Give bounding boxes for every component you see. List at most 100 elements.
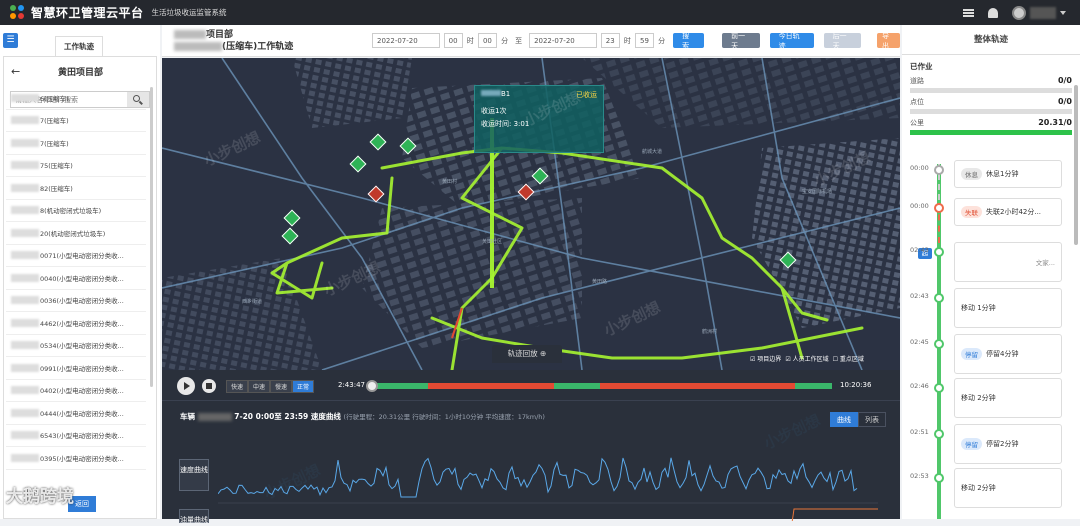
- map-view[interactable]: B1 已收运 收运1次 收运时间: 3:01 黄田村 黄田社区 航城大道 宝安国…: [162, 58, 900, 370]
- legend-project-boundary[interactable]: ☑ 项目边界: [750, 354, 781, 363]
- hour-unit-label: 时: [623, 36, 631, 45]
- timeline-node: [934, 247, 944, 257]
- timeline-node: [934, 429, 944, 439]
- map-label: 鹤洲村: [702, 329, 718, 335]
- timeline-time: 00:00: [910, 202, 929, 210]
- stop-button[interactable]: [202, 379, 216, 393]
- search-button[interactable]: 搜索: [673, 32, 705, 50]
- fuel-curve-label[interactable]: 油量曲线: [179, 509, 209, 524]
- back-arrow-icon[interactable]: ←: [11, 65, 25, 78]
- speed-curve-label[interactable]: 速度曲线: [179, 459, 209, 491]
- speed-medium[interactable]: 中速: [248, 380, 271, 393]
- timeline-card[interactable]: 休息 休息1分钟: [954, 160, 1062, 188]
- timeline-card[interactable]: 停留 停留4分钟: [954, 334, 1062, 374]
- export-button[interactable]: 导出: [877, 32, 901, 50]
- tab-curve[interactable]: 曲线: [830, 412, 858, 427]
- timeline-text: 移动 2分钟: [961, 394, 996, 402]
- playback-progress[interactable]: [368, 383, 832, 389]
- start-minute-input[interactable]: 00: [477, 33, 498, 48]
- vehicle-list-item[interactable]: 20(机动密闭式垃圾车): [6, 222, 146, 245]
- start-date-input[interactable]: 2022-07-20: [372, 33, 440, 48]
- timeline-card[interactable]: 移动 2分钟: [954, 468, 1062, 508]
- vehicle-list-item[interactable]: 0036(小型电动密闭分类收...: [6, 290, 146, 312]
- status-badge: 停留: [961, 438, 982, 450]
- vehicle-list-item[interactable]: 7(压缩车): [6, 110, 146, 132]
- progress-handle[interactable]: [366, 380, 378, 392]
- vehicle-list-item[interactable]: 0534(小型电动密闭分类收...: [6, 335, 146, 357]
- timeline-node: [934, 165, 944, 175]
- timeline-time: 02:53: [910, 472, 929, 480]
- dept-header: ← 黄田项目部: [4, 57, 156, 85]
- vehicle-list-item[interactable]: 8(机动密闭式垃圾车): [6, 200, 146, 222]
- vehicle-list-item[interactable]: 6543(小型电动密闭分类收...: [6, 425, 146, 447]
- speed-normal[interactable]: 正常: [292, 380, 315, 393]
- vehicle-list-item[interactable]: 0040(小型电动密闭分类收...: [6, 267, 146, 290]
- timeline: 起 00:00 休息 休息1分钟 00:00 失联 失联2小时42分... 02:43 文家.…: [910, 158, 1074, 519]
- end-date-input[interactable]: 2022-07-20: [529, 33, 597, 48]
- timeline-card[interactable]: 文家...: [954, 242, 1062, 282]
- tab-list[interactable]: 列表: [858, 412, 886, 427]
- timeline-card[interactable]: 移动 2分钟: [954, 378, 1062, 418]
- vehicle-list-item[interactable]: 0991(小型电动密闭分类收...: [6, 357, 146, 380]
- vehicle-list-item[interactable]: 0402(小型电动密闭分类收...: [6, 380, 146, 402]
- prev-day-button[interactable]: 前一天: [722, 32, 760, 50]
- menu-toggle-button[interactable]: ☰: [3, 33, 18, 48]
- main-area: 项目部 (压缩车)工作轨迹 2022-07-20 00 时 00 分 至 202…: [162, 25, 901, 524]
- dept-title: 黄田项目部: [57, 67, 103, 78]
- timeline-time: 02:45: [910, 338, 929, 346]
- replay-button[interactable]: 轨迹回放 ⊕: [492, 345, 562, 363]
- end-minute-input[interactable]: 59: [634, 33, 655, 48]
- timeline-time: 02:43: [910, 246, 929, 254]
- vehicle-list-item[interactable]: 6(压缩车): [6, 87, 146, 110]
- tab-work-track[interactable]: 工作轨迹: [55, 36, 103, 56]
- map-label: 黄田路: [592, 279, 608, 285]
- status-badge: 停留: [961, 348, 982, 360]
- vehicle-list-item[interactable]: 82(压缩车): [6, 177, 146, 200]
- top-bar: 智慧环卫管理云平台 生活垃圾收运监管系统: [0, 0, 1080, 25]
- end-hour-input[interactable]: 23: [600, 33, 620, 48]
- vehicle-list-item[interactable]: 0071(小型电动密闭分类收...: [6, 245, 146, 267]
- vehicle-list-item[interactable]: 75(压缩车): [6, 155, 146, 177]
- timeline-text: 停留2分钟: [986, 440, 1019, 448]
- timeline-card[interactable]: 停留 停留2分钟: [954, 424, 1062, 464]
- play-button[interactable]: [177, 377, 195, 395]
- right-panel: 整体轨迹 已作业 道路 0/0 点位 0/0 公里 20.31/0 起 00:00 休息…: [902, 25, 1080, 519]
- user-menu[interactable]: [1012, 5, 1066, 20]
- speed-chart: [218, 457, 878, 521]
- app-logo-icon: [10, 4, 26, 21]
- timeline-card[interactable]: 失联 失联2小时42分...: [954, 198, 1062, 226]
- timeline-text: 停留4分钟: [986, 350, 1019, 358]
- chevron-down-icon: [1060, 10, 1066, 15]
- today-track-button[interactable]: 今日轨迹: [769, 32, 814, 50]
- legend-key-area[interactable]: ☐ 重点区域: [833, 354, 864, 363]
- timeline-card[interactable]: 移动 1分钟: [954, 288, 1062, 328]
- timeline-node: [934, 383, 944, 393]
- map-legend: ☑ 项目边界 ☑ 人员工作区域 ☐ 重点区域: [750, 354, 864, 363]
- username-blurred: [1030, 6, 1056, 19]
- fuel-curve-line: [791, 508, 878, 521]
- speed-fast[interactable]: 快速: [226, 380, 249, 393]
- menu-icon[interactable]: [963, 8, 974, 17]
- speed-slow[interactable]: 慢速: [270, 380, 293, 393]
- next-day-button[interactable]: 后一天: [823, 32, 862, 50]
- vehicle-list-item[interactable]: 7(压缩车): [6, 132, 146, 155]
- vehicle-list-item[interactable]: 0444(小型电动密闭分类收...: [6, 402, 146, 425]
- map-label: 航城大道: [642, 149, 663, 155]
- timeline-time: 00:00: [910, 164, 929, 172]
- vehicle-list-item[interactable]: 0395(小型电动密闭分类收...: [6, 447, 146, 470]
- stat-point: 点位 0/0: [910, 97, 1072, 106]
- page-title: 项目部 (压缩车)工作轨迹: [174, 29, 293, 53]
- hour-unit-label: 时: [466, 36, 474, 45]
- bell-icon[interactable]: [988, 7, 998, 18]
- scrollbar[interactable]: [150, 87, 153, 387]
- timeline-time: 02:51: [910, 428, 929, 436]
- start-hour-input[interactable]: 00: [443, 33, 463, 48]
- end-time: 10:20:36: [840, 381, 872, 389]
- map-popup: B1 已收运 收运1次 收运时间: 3:01: [474, 85, 604, 153]
- vehicle-list-item[interactable]: 4462(小型电动密闭分类收...: [6, 312, 146, 335]
- timeline-node: [934, 293, 944, 303]
- scrollbar[interactable]: [1074, 85, 1078, 245]
- chevron-up-icon: ⊕: [540, 349, 547, 358]
- query-header: 项目部 (压缩车)工作轨迹 2022-07-20 00 时 00 分 至 202…: [162, 25, 901, 57]
- legend-work-area[interactable]: ☑ 人员工作区域: [785, 354, 828, 363]
